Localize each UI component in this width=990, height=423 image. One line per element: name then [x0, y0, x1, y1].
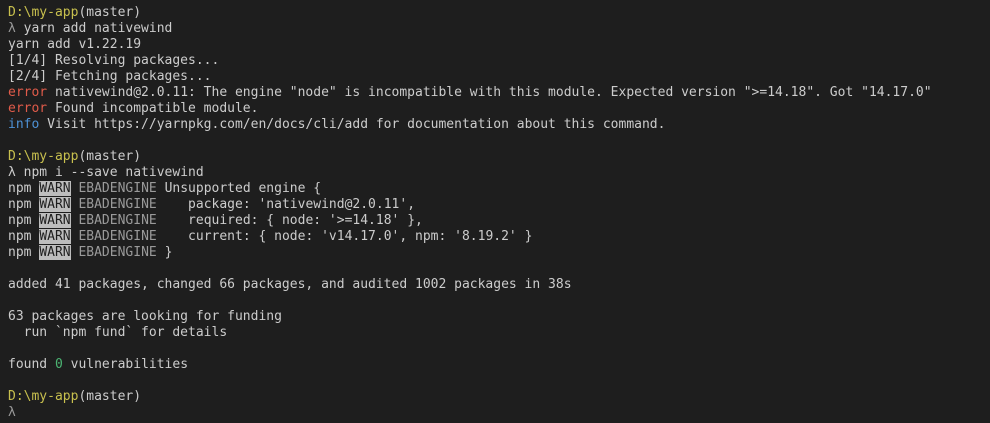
cwd-path: D:\my-app — [8, 149, 79, 164]
warn-message: package: 'nativewind@2.0.11', — [172, 197, 416, 212]
prompt-path-line: D:\my-app(master) — [8, 389, 986, 405]
npm-warn-line: npm WARN EBADENGINE required: { node: '>… — [8, 213, 986, 229]
prompt-lambda-icon: λ — [8, 21, 16, 36]
warn-code: EBADENGINE — [78, 197, 157, 212]
install-summary: added 41 packages, changed 66 packages, … — [8, 277, 572, 292]
warn-message: required: { node: '>=14.18' }, — [172, 213, 423, 228]
prompt-path-line: D:\my-app(master) — [8, 5, 986, 21]
cwd-path: D:\my-app — [8, 5, 79, 20]
error-line: error nativewind@2.0.11: The engine "nod… — [8, 85, 986, 101]
branch-paren-close: ) — [133, 5, 142, 20]
output-line: [1/4] Resolving packages... — [8, 53, 220, 68]
info-message: Visit https://yarnpkg.com/en/docs/cli/ad… — [47, 117, 666, 132]
prompt-path-line: D:\my-app(master) — [8, 149, 986, 165]
output-line: [2/4] Fetching packages... — [8, 69, 212, 84]
error-line: error Found incompatible module. — [8, 101, 986, 117]
npm-label: npm — [8, 197, 32, 212]
command-line: λ npm i --save nativewind — [8, 165, 986, 181]
output-line: yarn add v1.22.19 — [8, 37, 142, 52]
error-message: nativewind@2.0.11: The engine "node" is … — [54, 85, 932, 100]
git-branch: master — [86, 389, 134, 404]
branch-paren-close: ) — [133, 149, 142, 164]
command-text: npm i --save nativewind — [23, 165, 204, 180]
warn-badge: WARN — [39, 229, 71, 244]
vuln-count: 0 — [54, 357, 63, 372]
warn-badge: WARN — [39, 197, 71, 212]
warn-badge: WARN — [39, 245, 71, 260]
warn-code: EBADENGINE — [78, 213, 157, 228]
warn-message: Unsupported engine { — [164, 181, 322, 196]
npm-label: npm — [8, 181, 32, 196]
npm-warn-line: npm WARN EBADENGINE package: 'nativewind… — [8, 197, 986, 213]
branch-paren-close: ) — [133, 389, 142, 404]
warn-code: EBADENGINE — [78, 245, 157, 260]
error-label: error — [8, 85, 48, 100]
warn-badge: WARN — [39, 181, 71, 196]
info-line: info Visit https://yarnpkg.com/en/docs/c… — [8, 117, 986, 133]
active-prompt-line[interactable]: λ — [8, 405, 986, 421]
funding-hint: run `npm fund` for details — [8, 325, 228, 340]
npm-label: npm — [8, 245, 32, 260]
git-branch: master — [86, 5, 134, 20]
error-label: error — [8, 101, 48, 116]
vuln-prefix: found — [8, 357, 55, 372]
warn-code: EBADENGINE — [78, 229, 157, 244]
prompt-lambda-icon: λ — [8, 165, 16, 180]
vulnerability-summary: found 0 vulnerabilities — [8, 357, 986, 373]
funding-notice: 63 packages are looking for funding — [8, 309, 282, 324]
warn-message: current: { node: 'v14.17.0', npm: '8.19.… — [172, 229, 533, 244]
warn-badge: WARN — [39, 213, 71, 228]
terminal-output: D:\my-app(master) λ yarn add nativewind … — [8, 5, 986, 421]
vuln-suffix: vulnerabilities — [62, 357, 189, 372]
npm-warn-line: npm WARN EBADENGINE Unsupported engine { — [8, 181, 986, 197]
npm-label: npm — [8, 229, 32, 244]
npm-warn-line: npm WARN EBADENGINE current: { node: 'v1… — [8, 229, 986, 245]
npm-warn-line: npm WARN EBADENGINE } — [8, 245, 986, 261]
cwd-path: D:\my-app — [8, 389, 79, 404]
git-branch: master — [86, 149, 134, 164]
info-label: info — [8, 117, 40, 132]
warn-code: EBADENGINE — [78, 181, 157, 196]
prompt-lambda-icon: λ — [8, 405, 16, 420]
warn-message: } — [164, 245, 173, 260]
command-line: λ yarn add nativewind — [8, 21, 986, 37]
error-message: Found incompatible module. — [54, 101, 259, 116]
command-text: yarn add nativewind — [23, 21, 173, 36]
npm-label: npm — [8, 213, 32, 228]
terminal-window[interactable]: D:\my-app(master) λ yarn add nativewind … — [0, 0, 990, 423]
